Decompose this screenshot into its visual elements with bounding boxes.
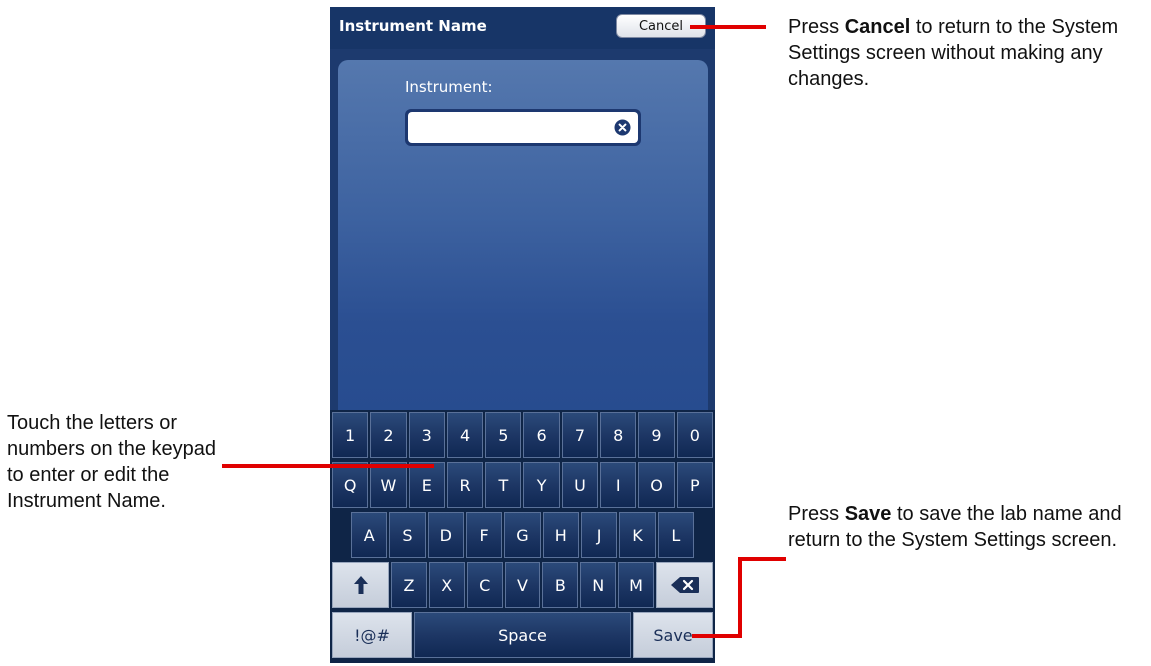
key-n[interactable]: N — [580, 562, 617, 608]
key-1[interactable]: 1 — [332, 412, 369, 458]
key-y[interactable]: Y — [523, 462, 560, 508]
key-6[interactable]: 6 — [523, 412, 560, 458]
key-4[interactable]: 4 — [446, 412, 484, 458]
key-x[interactable]: X — [428, 562, 465, 608]
key-2[interactable]: 2 — [370, 412, 407, 458]
save-note-bold: Save — [844, 503, 892, 525]
key-i[interactable]: I — [600, 462, 637, 508]
key-r[interactable]: R — [446, 462, 484, 508]
key-t[interactable]: T — [485, 462, 522, 508]
key-w[interactable]: W — [370, 462, 407, 508]
shift-key[interactable] — [332, 562, 389, 608]
keypad-callout-text: Touch the letters or numbers on the keyp… — [7, 412, 217, 512]
key-o[interactable]: O — [638, 462, 675, 508]
backspace-icon — [670, 577, 699, 593]
keypad-callout-line — [222, 464, 434, 468]
clear-circle-icon[interactable] — [614, 119, 631, 136]
row-indent — [696, 512, 713, 558]
cancel-note-prefix: Press — [788, 16, 845, 38]
instrument-field-label: Instrument: — [405, 78, 493, 96]
content-panel: Instrument: — [338, 60, 708, 410]
key-f[interactable]: F — [465, 512, 503, 558]
key-u[interactable]: U — [561, 462, 599, 508]
key-c[interactable]: C — [466, 562, 503, 608]
key-m[interactable]: M — [618, 562, 655, 608]
shift-arrow-icon — [353, 576, 368, 594]
backspace-key[interactable] — [656, 562, 714, 608]
key-b[interactable]: B — [542, 562, 579, 608]
key-8[interactable]: 8 — [600, 412, 637, 458]
key-p[interactable]: P — [676, 462, 713, 508]
save-callout-line-v — [738, 557, 742, 638]
cancel-callout-line — [690, 25, 766, 29]
title-bar: Instrument Name Cancel — [330, 7, 715, 49]
key-9[interactable]: 9 — [638, 412, 675, 458]
key-q[interactable]: Q — [332, 462, 369, 508]
cancel-callout-text: Press Cancel to return to the System Set… — [788, 14, 1148, 92]
keyboard-row-numbers: 1 2 3 4 5 6 7 8 9 0 — [332, 412, 713, 458]
key-0[interactable]: 0 — [676, 412, 713, 458]
key-7[interactable]: 7 — [561, 412, 599, 458]
key-3[interactable]: 3 — [408, 412, 445, 458]
symbols-key[interactable]: !@# — [332, 612, 412, 658]
keyboard-row-qwerty: Q W E R T Y U I O P — [332, 462, 713, 508]
on-screen-keyboard: 1 2 3 4 5 6 7 8 9 0 Q W E R T Y U I O P … — [330, 410, 715, 663]
key-e[interactable]: E — [408, 462, 445, 508]
key-g[interactable]: G — [504, 512, 541, 558]
key-d[interactable]: D — [427, 512, 464, 558]
save-note-prefix: Press — [788, 503, 845, 525]
save-callout-line-top — [738, 557, 786, 561]
key-h[interactable]: H — [542, 512, 579, 558]
space-key[interactable]: Space — [414, 612, 631, 658]
key-j[interactable]: J — [580, 512, 618, 558]
key-z[interactable]: Z — [391, 562, 427, 608]
key-v[interactable]: V — [504, 562, 541, 608]
key-a[interactable]: A — [351, 512, 388, 558]
cancel-note-bold: Cancel — [844, 16, 911, 38]
key-s[interactable]: S — [389, 512, 426, 558]
keyboard-row-bottom: !@# Space Save — [332, 612, 713, 658]
key-l[interactable]: L — [657, 512, 694, 558]
instrument-field-frame — [405, 109, 641, 146]
key-5[interactable]: 5 — [485, 412, 522, 458]
key-k[interactable]: K — [619, 512, 656, 558]
instrument-name-input[interactable] — [408, 112, 638, 143]
row-indent — [332, 512, 349, 558]
keyboard-row-zxcv: Z X C V B N M — [332, 562, 714, 608]
keyboard-row-asdf: A S D F G H J K L — [332, 512, 713, 558]
screen-title: Instrument Name — [339, 17, 487, 35]
save-callout-line-h — [692, 634, 742, 638]
device-screen: Instrument Name Cancel Instrument: 1 2 3… — [330, 7, 715, 663]
save-callout-text: Press Save to save the lab name and retu… — [788, 501, 1148, 553]
